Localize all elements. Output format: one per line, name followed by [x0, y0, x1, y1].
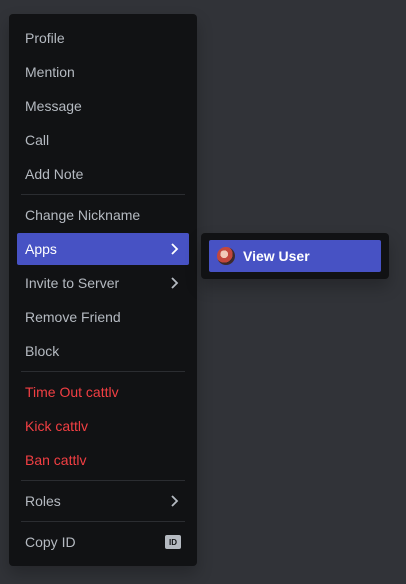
menu-item-copy-id[interactable]: Copy ID ID	[17, 526, 189, 558]
user-avatar	[217, 247, 235, 265]
menu-item-label: Remove Friend	[25, 309, 121, 325]
chevron-right-icon	[167, 276, 181, 290]
menu-separator	[21, 521, 185, 522]
menu-item-time-out[interactable]: Time Out cattlv	[17, 376, 189, 408]
menu-item-label: Copy ID	[25, 534, 76, 550]
menu-separator	[21, 371, 185, 372]
menu-item-label: Message	[25, 98, 82, 114]
apps-submenu: View User	[201, 233, 389, 279]
menu-item-label: Apps	[25, 241, 57, 257]
menu-item-invite-to-server[interactable]: Invite to Server	[17, 267, 189, 299]
submenu-item-view-user[interactable]: View User	[209, 240, 381, 272]
menu-item-block[interactable]: Block	[17, 335, 189, 367]
menu-item-label: Invite to Server	[25, 275, 120, 291]
menu-item-label: Roles	[25, 493, 61, 509]
chevron-right-icon	[167, 494, 181, 508]
menu-item-mention[interactable]: Mention	[17, 56, 189, 88]
menu-item-remove-friend[interactable]: Remove Friend	[17, 301, 189, 333]
menu-item-change-nickname[interactable]: Change Nickname	[17, 199, 189, 231]
menu-item-roles[interactable]: Roles	[17, 485, 189, 517]
menu-item-label: Profile	[25, 30, 65, 46]
menu-item-label: Change Nickname	[25, 207, 141, 223]
user-context-menu: Profile Mention Message Call Add Note Ch…	[9, 14, 197, 566]
menu-separator	[21, 194, 185, 195]
submenu-item-label: View User	[243, 248, 310, 264]
menu-item-apps[interactable]: Apps	[17, 233, 189, 265]
menu-separator	[21, 480, 185, 481]
chevron-right-icon	[167, 242, 181, 256]
menu-item-kick[interactable]: Kick cattlv	[17, 410, 189, 442]
menu-item-label: Block	[25, 343, 60, 359]
menu-item-label: Ban cattlv	[25, 452, 87, 468]
menu-item-add-note[interactable]: Add Note	[17, 158, 189, 190]
menu-item-ban[interactable]: Ban cattlv	[17, 444, 189, 476]
menu-item-call[interactable]: Call	[17, 124, 189, 156]
menu-item-label: Kick cattlv	[25, 418, 89, 434]
menu-item-label: Mention	[25, 64, 75, 80]
menu-item-label: Time Out cattlv	[25, 384, 119, 400]
id-badge-icon: ID	[165, 535, 181, 549]
menu-item-label: Call	[25, 132, 50, 148]
menu-item-profile[interactable]: Profile	[17, 22, 189, 54]
menu-item-label: Add Note	[25, 166, 84, 182]
menu-item-message[interactable]: Message	[17, 90, 189, 122]
